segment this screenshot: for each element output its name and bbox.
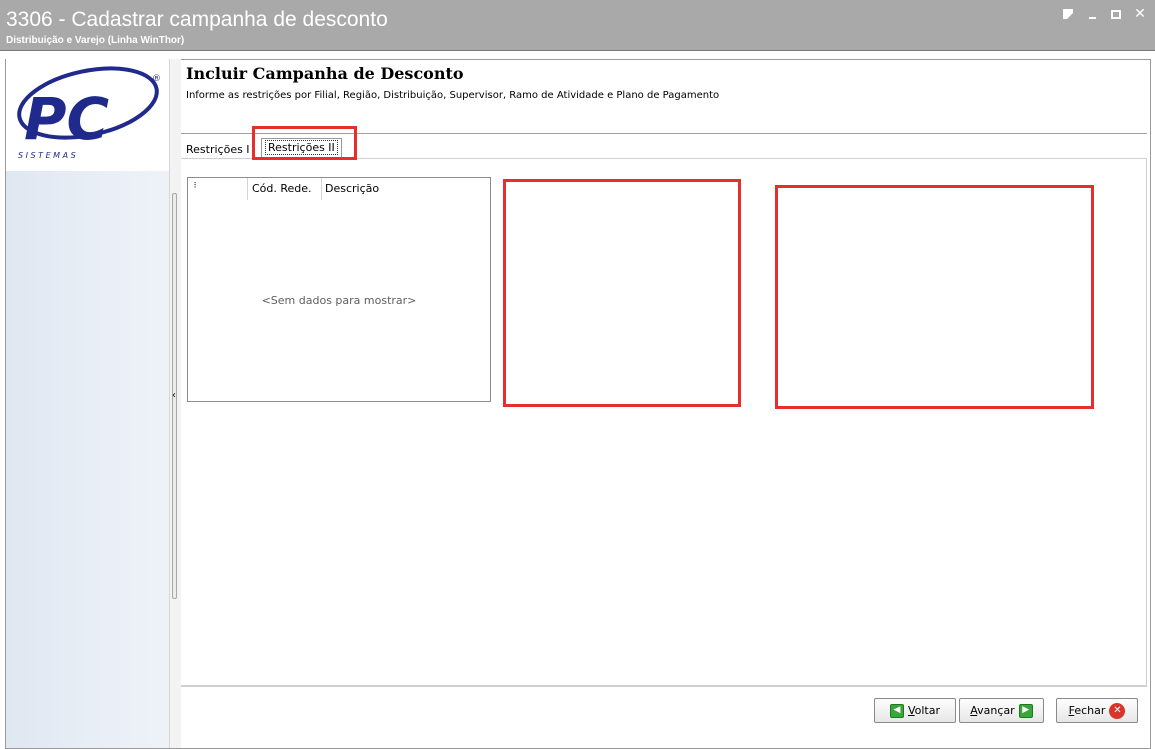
logo-graphic: PC ® S I S T E M A S (17, 66, 161, 160)
maximize-window-button[interactable] (1109, 7, 1123, 21)
close-button-label: Fechar (1068, 704, 1106, 717)
minimize-window-button[interactable] (1085, 7, 1099, 21)
grid-empty-message: <Sem dados para mostrar> (261, 294, 417, 307)
footer-divider (181, 685, 1147, 687)
window-controls: ✕ (1061, 6, 1147, 22)
tab-restricoes-1[interactable]: Restrições I (186, 140, 250, 159)
column-header-descricao[interactable]: Descrição (322, 178, 379, 200)
maximize-icon (1111, 9, 1121, 19)
close-icon: ✕ (1134, 6, 1146, 22)
restore-icon (1063, 9, 1073, 19)
column-chooser-icon[interactable]: ⁝ (188, 178, 202, 200)
logo-tagline: S I S T E M A S (18, 151, 76, 160)
highlight-box-right (775, 185, 1094, 409)
logo-registered: ® (152, 74, 161, 84)
next-button[interactable]: Avançar ▶ (959, 698, 1044, 723)
page-title: Incluir Campanha de Desconto (186, 64, 464, 83)
window-title: 3306 - Cadastrar campanha de desconto (6, 8, 388, 31)
close-window-button[interactable]: ✕ (1133, 6, 1147, 22)
back-button[interactable]: ◀ Voltar (874, 698, 956, 723)
close-button[interactable]: Fechar ✕ (1056, 698, 1138, 723)
highlight-box-center (503, 179, 741, 407)
highlight-tab-box (252, 126, 357, 160)
pc-sistemas-logo: PC ® S I S T E M A S (6, 59, 169, 171)
tab-label: Restrições I (186, 143, 250, 156)
window-subtitle: Distribuição e Varejo (Linha WinThor) (6, 35, 185, 46)
close-circle-icon: ✕ (1109, 702, 1126, 719)
grid-indicator-column (202, 178, 248, 200)
arrow-right-icon: ▶ (1018, 703, 1033, 718)
arrow-left-icon: ◀ (889, 703, 904, 718)
restore-window-button[interactable] (1061, 7, 1075, 21)
grid-header: ⁝ Cód. Rede. Descrição (188, 178, 490, 200)
logo-brand: PC (24, 85, 109, 153)
column-header-cod-rede[interactable]: Cód. Rede. (248, 178, 322, 200)
window-titlebar: 3306 - Cadastrar campanha de desconto Di… (0, 0, 1155, 50)
minimize-icon (1088, 17, 1096, 19)
page-description: Informe as restrições por Filial, Região… (186, 90, 720, 101)
next-button-label: Avançar (970, 704, 1015, 717)
back-button-label: Voltar (907, 704, 941, 717)
collapse-left-icon[interactable]: ‹ (172, 390, 176, 401)
rede-grid[interactable]: ⁝ Cód. Rede. Descrição <Sem dados para m… (187, 177, 491, 402)
